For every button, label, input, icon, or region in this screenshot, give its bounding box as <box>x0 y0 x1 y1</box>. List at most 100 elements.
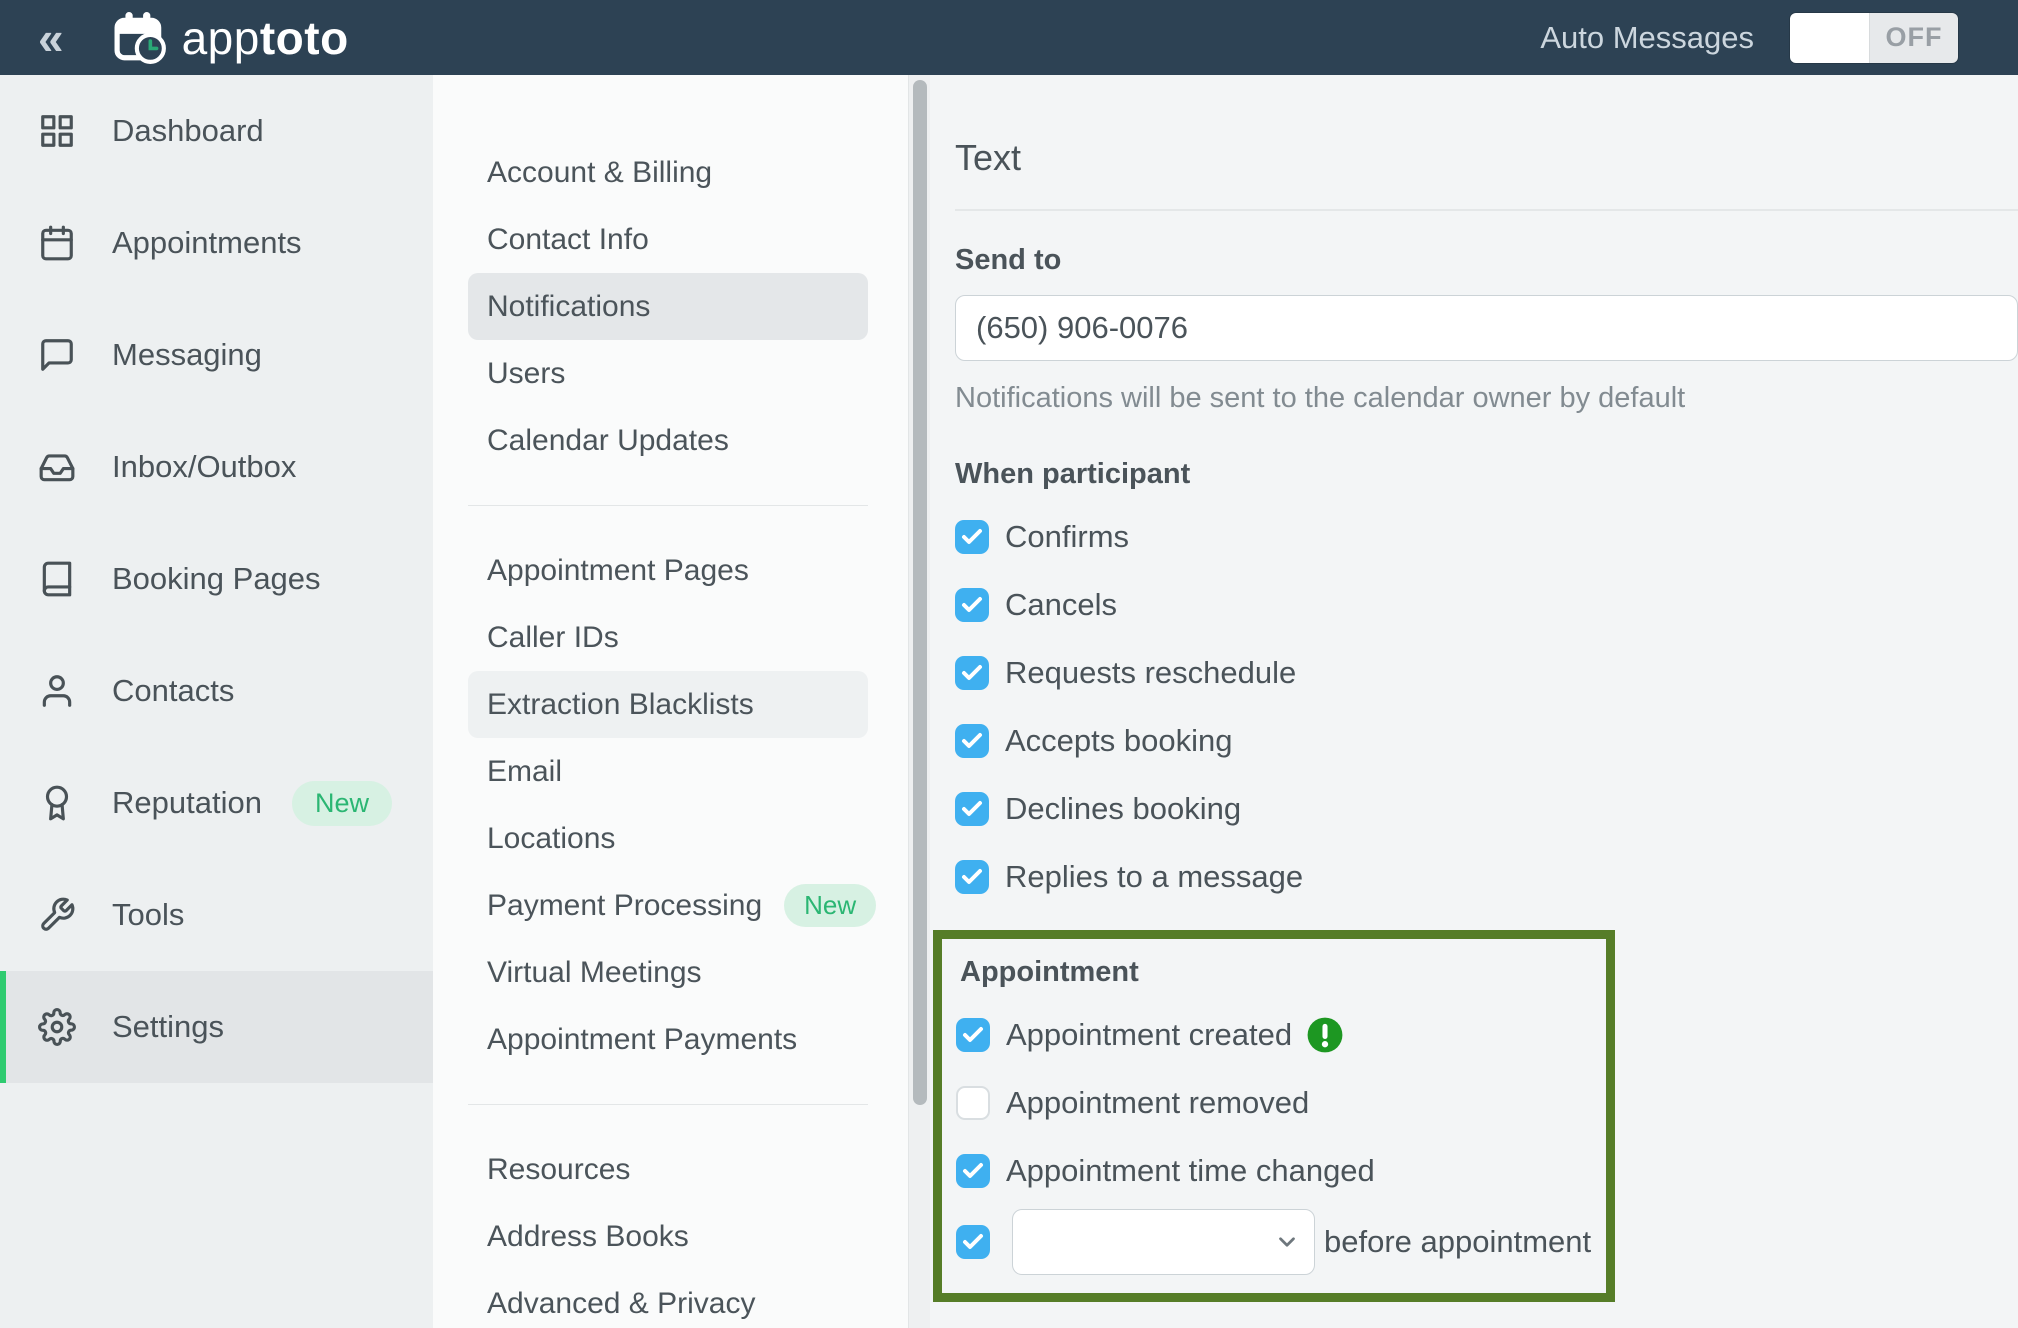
nav-item-advanced-privacy[interactable]: Advanced & Privacy <box>433 1270 908 1328</box>
nav-item-calendar-updates[interactable]: Calendar Updates <box>433 407 908 474</box>
option-label: Accepts booking <box>1005 723 1232 759</box>
sidebar-item-label: Contacts <box>112 673 234 709</box>
chat-bubble-icon <box>38 336 76 374</box>
sidebar-item-inbox-outbox[interactable]: Inbox/Outbox <box>0 411 433 523</box>
nav-item-email[interactable]: Email <box>433 738 908 805</box>
sidebar-item-contacts[interactable]: Contacts <box>0 635 433 747</box>
before-appointment-checkbox[interactable] <box>956 1225 990 1259</box>
sidebar-item-appointments[interactable]: Appointments <box>0 187 433 299</box>
nav-item-locations[interactable]: Locations <box>433 805 908 872</box>
collapse-sidebar-icon[interactable]: « <box>38 15 64 61</box>
nav-item-appointment-pages[interactable]: Appointment Pages <box>433 537 908 604</box>
before-appointment-label: before appointment <box>1324 1224 1591 1260</box>
nav-item-extraction-blacklists[interactable]: Extraction Blacklists <box>468 671 868 738</box>
before-appointment-row: before appointment <box>956 1205 1596 1279</box>
option-row-appointment-removed: Appointment removed <box>956 1069 1596 1137</box>
send-to-input[interactable] <box>955 295 2018 361</box>
sidebar-item-tools[interactable]: Tools <box>0 859 433 971</box>
auto-messages-toggle[interactable]: OFF <box>1790 13 1958 63</box>
option-label: Appointment created <box>1006 1017 1292 1053</box>
top-bar: « apptoto Auto Messages OFF <box>0 0 2018 75</box>
sidebar-item-dashboard[interactable]: Dashboard <box>0 75 433 187</box>
calendar-clock-logo-icon <box>114 11 168 65</box>
nav-item-users[interactable]: Users <box>433 340 908 407</box>
nav-item-address-books[interactable]: Address Books <box>433 1203 908 1270</box>
appointment-label: Appointment <box>960 955 1596 989</box>
divider <box>955 209 2018 211</box>
nav-item-payment-processing[interactable]: Payment Processing New <box>433 872 908 939</box>
new-badge: New <box>292 781 392 826</box>
alert-exclamation-icon[interactable] <box>1306 1016 1344 1054</box>
gear-icon <box>38 1008 76 1046</box>
option-row-appointment-time-changed: Appointment time changed <box>956 1137 1596 1205</box>
appointment-options: Appointment created Appointment removed … <box>956 1001 1596 1279</box>
send-to-helper-text: Notifications will be sent to the calend… <box>955 381 2018 415</box>
settings-nav-panel: Account & Billing Contact Info Notificat… <box>433 75 908 1328</box>
logo-text: apptoto <box>182 11 349 65</box>
toggle-knob[interactable] <box>1790 13 1870 63</box>
sidebar-item-messaging[interactable]: Messaging <box>0 299 433 411</box>
sidebar-item-settings[interactable]: Settings <box>0 971 433 1083</box>
option-row-cancels: Cancels <box>955 571 2018 639</box>
nav-item-virtual-meetings[interactable]: Virtual Meetings <box>433 939 908 1006</box>
option-label: Replies to a message <box>1005 859 1303 895</box>
nav-item-caller-ids[interactable]: Caller IDs <box>433 604 908 671</box>
option-row-appointment-created: Appointment created <box>956 1001 1596 1069</box>
nav-item-label: Payment Processing <box>487 889 762 923</box>
nav-item-appointment-payments[interactable]: Appointment Payments <box>433 1006 908 1073</box>
appointment-created-checkbox[interactable] <box>956 1018 990 1052</box>
sidebar-item-label: Inbox/Outbox <box>112 449 296 485</box>
option-label: Declines booking <box>1005 791 1241 827</box>
option-row-replies-to-message: Replies to a message <box>955 843 2018 911</box>
sidebar-item-label: Dashboard <box>112 113 264 149</box>
sidebar-item-label: Appointments <box>112 225 302 261</box>
option-label: Cancels <box>1005 587 1117 623</box>
option-label: Confirms <box>1005 519 1129 555</box>
appointment-time-changed-checkbox[interactable] <box>956 1154 990 1188</box>
option-row-confirms: Confirms <box>955 503 2018 571</box>
auto-messages-label: Auto Messages <box>1540 20 1754 56</box>
book-icon <box>38 560 76 598</box>
scrollbar-thumb[interactable] <box>913 80 927 1105</box>
new-badge: New <box>784 884 876 927</box>
option-label: Appointment time changed <box>1006 1153 1375 1189</box>
confirms-checkbox[interactable] <box>955 520 989 554</box>
participant-options: Confirms Cancels Requests reschedule Acc… <box>955 503 2018 911</box>
chevron-down-icon <box>1274 1229 1300 1255</box>
sidebar-item-label: Settings <box>112 1009 224 1045</box>
before-appointment-select[interactable] <box>1012 1209 1315 1275</box>
declines-booking-checkbox[interactable] <box>955 792 989 826</box>
notifications-settings-content: Text Send to Notifications will be sent … <box>930 75 2018 1328</box>
sidebar-item-label: Tools <box>112 897 184 933</box>
page-title: Text <box>955 137 2018 179</box>
calendar-icon <box>38 224 76 262</box>
cancels-checkbox[interactable] <box>955 588 989 622</box>
nav-item-resources[interactable]: Resources <box>433 1136 908 1203</box>
toggle-off-label: OFF <box>1870 13 1958 63</box>
nav-item-notifications[interactable]: Notifications <box>468 273 868 340</box>
scrollbar-track[interactable] <box>908 75 930 1328</box>
requests-reschedule-checkbox[interactable] <box>955 656 989 690</box>
inbox-icon <box>38 448 76 486</box>
option-row-requests-reschedule: Requests reschedule <box>955 639 2018 707</box>
nav-divider <box>468 505 868 506</box>
nav-item-contact-info[interactable]: Contact Info <box>433 206 908 273</box>
nav-item-account-billing[interactable]: Account & Billing <box>433 139 908 206</box>
option-row-accepts-booking: Accepts booking <box>955 707 2018 775</box>
appointment-removed-checkbox[interactable] <box>956 1086 990 1120</box>
sidebar-item-booking-pages[interactable]: Booking Pages <box>0 523 433 635</box>
wrench-icon <box>38 896 76 934</box>
award-icon <box>38 784 76 822</box>
sidebar-item-reputation[interactable]: Reputation New <box>0 747 433 859</box>
option-row-declines-booking: Declines booking <box>955 775 2018 843</box>
when-participant-label: When participant <box>955 457 2018 491</box>
primary-sidebar: Dashboard Appointments Messaging Inbox/O… <box>0 75 433 1328</box>
apptoto-logo[interactable]: apptoto <box>114 11 349 65</box>
person-icon <box>38 672 76 710</box>
send-to-label: Send to <box>955 243 2018 277</box>
replies-to-message-checkbox[interactable] <box>955 860 989 894</box>
accepts-booking-checkbox[interactable] <box>955 724 989 758</box>
appointment-section-highlight-box: Appointment Appointment created Appointm… <box>933 930 1615 1302</box>
grid-icon <box>38 112 76 150</box>
sidebar-item-label: Messaging <box>112 337 262 373</box>
